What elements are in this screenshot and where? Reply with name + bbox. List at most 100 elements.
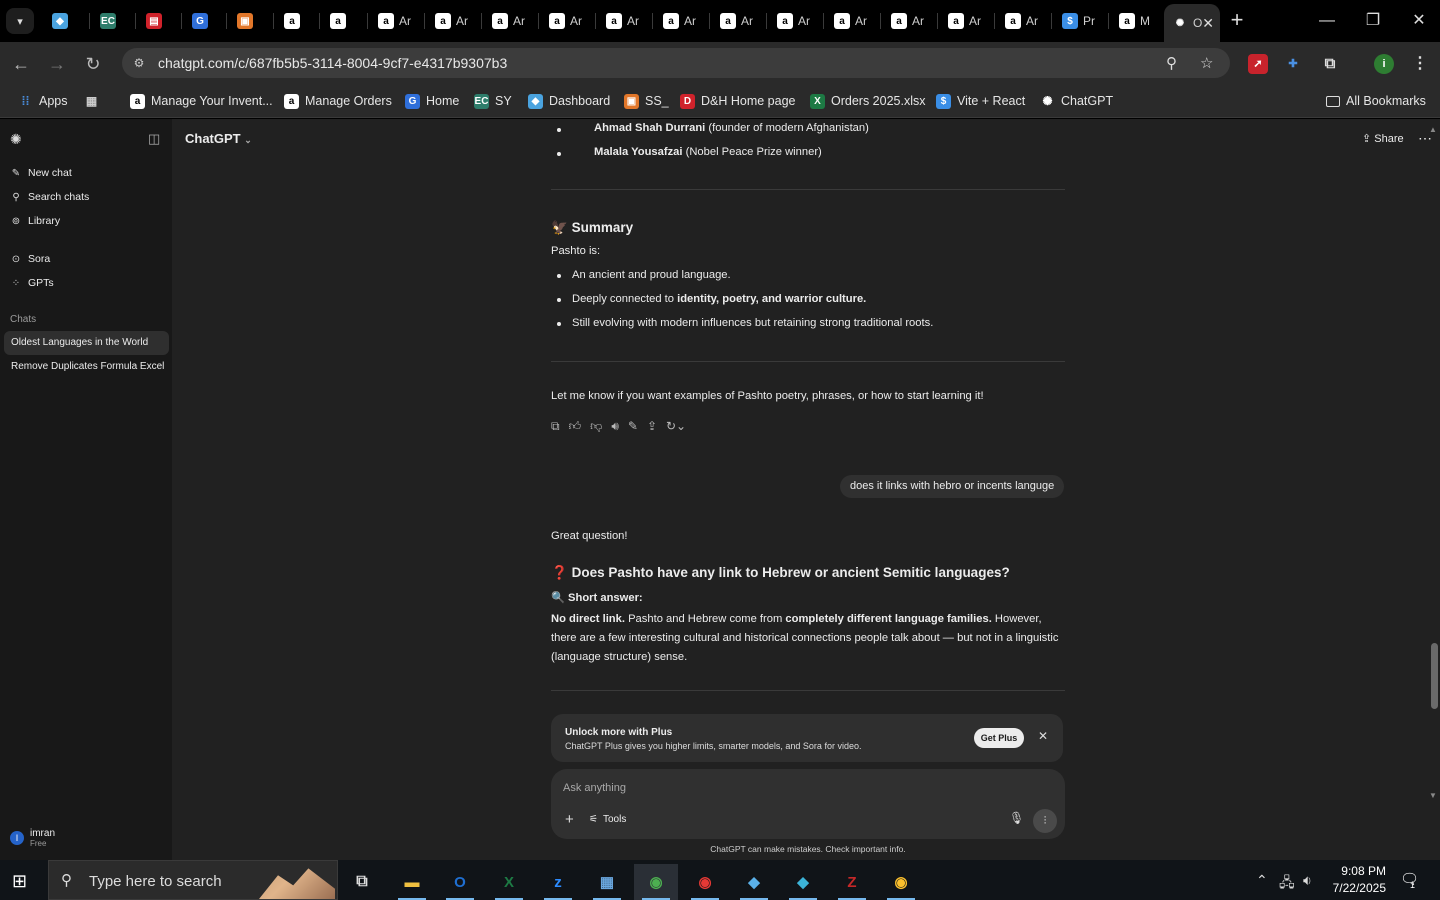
browser-tab[interactable]: a Ar xyxy=(940,6,996,36)
forward-button[interactable]: → xyxy=(44,51,70,77)
minimize-button[interactable]: — xyxy=(1304,6,1350,36)
sidebar-item-new-chat[interactable]: ✎ New chat xyxy=(10,164,72,182)
ec-icon: EC xyxy=(474,93,489,109)
app-icon[interactable]: ◆ xyxy=(781,864,825,900)
plus-icon[interactable]: + xyxy=(565,811,574,828)
bookmark-item[interactable]: ◆ Dashboard xyxy=(528,92,610,110)
tab-separator xyxy=(1051,13,1052,29)
zoom-icon[interactable]: z xyxy=(536,864,580,900)
network-icon[interactable]: 🖧︎ xyxy=(1279,872,1295,896)
app-icon[interactable]: ◆ xyxy=(732,864,776,900)
browser-tab[interactable]: a Ar xyxy=(826,6,882,36)
back-button[interactable]: ← xyxy=(8,51,34,77)
bookmark-star-icon[interactable]: ☆ xyxy=(1200,54,1213,72)
get-plus-button[interactable]: Get Plus xyxy=(974,728,1024,748)
edit-icon[interactable]: ✎ xyxy=(628,419,638,434)
chrome-icon[interactable]: ◉ xyxy=(634,864,678,900)
sidebar-toggle-icon[interactable]: ◫ xyxy=(148,131,160,147)
tab-active[interactable]: ✺ O ✕ xyxy=(1164,4,1220,42)
excel-icon[interactable]: X xyxy=(487,864,531,900)
browser-tab[interactable]: a Ar xyxy=(370,6,426,36)
extensions-icon[interactable]: ⧉ xyxy=(1320,54,1340,74)
bookmark-item[interactable]: ✺ ChatGPT xyxy=(1040,92,1113,110)
bookmark-item[interactable]: EC SY xyxy=(474,92,512,110)
file-explorer-icon[interactable]: ▬ xyxy=(390,864,434,900)
read-aloud-icon[interactable]: 🔊︎ xyxy=(611,419,619,434)
bookmark-item[interactable]: $ Vite + React xyxy=(936,92,1025,110)
sidebar-item-sora[interactable]: ⊙ Sora xyxy=(10,250,50,268)
site-info-icon[interactable]: ⚙ xyxy=(130,54,148,72)
reload-button[interactable]: ↻ xyxy=(80,51,106,77)
sidebar-item-search-chats[interactable]: ⚲ Search chats xyxy=(10,188,89,206)
browser-tab[interactable]: a Ar xyxy=(484,6,540,36)
openai-logo-icon[interactable]: ✺ xyxy=(10,131,22,148)
thumbs-up-icon[interactable]: 👍︎ xyxy=(569,419,582,434)
calculator-icon[interactable]: ▦ xyxy=(585,864,629,900)
microphone-icon[interactable]: 🎙︎ xyxy=(1009,811,1024,825)
close-icon[interactable]: ✕ xyxy=(1038,729,1048,743)
sidebar-chat-item[interactable]: Remove Duplicates Formula Excel xyxy=(4,355,169,379)
bookmark-item[interactable]: ⁞⁞ Apps xyxy=(18,92,68,110)
browser-tab[interactable]: a Ar xyxy=(655,6,711,36)
browser-tab[interactable]: a Ar xyxy=(883,6,939,36)
windows-start-icon[interactable]: ⊞ xyxy=(12,871,27,892)
taskbar-search[interactable]: ⚲ Type here to search xyxy=(48,860,338,900)
apps-grid-icon: ⁞⁞ xyxy=(21,94,30,108)
scrollbar[interactable] xyxy=(1428,127,1440,812)
browser-tab[interactable]: a Ar xyxy=(598,6,654,36)
scrollbar-thumb[interactable] xyxy=(1431,643,1438,709)
scroll-down-icon[interactable]: ▼ xyxy=(1429,791,1437,800)
chrome-menu-icon[interactable]: ⋮ xyxy=(1410,54,1430,74)
share-icon[interactable]: ⇪ xyxy=(647,419,657,434)
filezilla-icon[interactable]: Z xyxy=(830,864,874,900)
model-selector[interactable]: ChatGPT ⌄ xyxy=(185,131,252,146)
scroll-up-icon[interactable]: ▲ xyxy=(1429,125,1437,134)
bookmark-item[interactable]: G Home xyxy=(405,92,459,110)
all-bookmarks[interactable]: All Bookmarks xyxy=(1326,92,1426,110)
url-text[interactable]: chatgpt.com/c/687fb5b5-3114-8004-9cf7-e4… xyxy=(158,55,507,71)
volume-icon[interactable]: 🔉︎ xyxy=(1303,872,1312,889)
taskbar-clock[interactable]: 9:08 PM 7/22/2025 xyxy=(1328,863,1386,897)
thumbs-down-icon[interactable]: 👎︎ xyxy=(590,419,602,434)
zoom-icon[interactable]: ⚲ xyxy=(1166,54,1177,72)
browser-tab[interactable]: a Ar xyxy=(769,6,825,36)
bookmark-item[interactable]: a Manage Orders xyxy=(284,92,392,110)
prompt-input[interactable] xyxy=(563,779,1043,797)
copy-icon[interactable]: ⧉ xyxy=(551,419,560,434)
bookmark-label: Manage Orders xyxy=(305,94,392,108)
browser-tab[interactable]: a Ar xyxy=(541,6,597,36)
promo-subtitle: ChatGPT Plus gives you higher limits, sm… xyxy=(565,741,862,751)
browser-tab[interactable]: $ Pr xyxy=(1054,6,1110,36)
tray-chevron-up-icon[interactable]: ⌃ xyxy=(1256,872,1268,889)
close-window-button[interactable]: ✕ xyxy=(1396,6,1440,36)
share-button[interactable]: ⇪ Share xyxy=(1362,132,1404,145)
tools-button[interactable]: ⚟ Tools xyxy=(589,814,626,825)
sidebar-chat-item[interactable]: Oldest Languages in the World xyxy=(4,331,169,355)
regenerate-icon[interactable]: ↻⌄ xyxy=(666,419,686,434)
new-tab-button[interactable]: + xyxy=(1224,8,1250,34)
puzzle-extension-icon[interactable]: ✚ xyxy=(1283,54,1303,74)
restore-button[interactable]: ❐ xyxy=(1350,6,1396,36)
tab-search-menu[interactable]: ▾ xyxy=(6,8,34,34)
browser-tab[interactable]: a Ar xyxy=(427,6,483,36)
address-bar[interactable]: ⚙ chatgpt.com/c/687fb5b5-3114-8004-9cf7-… xyxy=(122,48,1230,78)
sidebar-item-gpts[interactable]: ⁘ GPTs xyxy=(10,274,54,292)
browser-tab[interactable]: a Ar xyxy=(997,6,1053,36)
bookmark-item[interactable]: a Manage Your Invent... xyxy=(130,92,273,110)
chrome-icon[interactable]: ◉ xyxy=(879,864,923,900)
sidebar-item-library[interactable]: ⊚ Library xyxy=(10,212,60,230)
outlook-icon[interactable]: O xyxy=(438,864,482,900)
bookmark-item[interactable]: D D&H Home page xyxy=(680,92,796,110)
profile-avatar[interactable]: i xyxy=(1374,54,1394,74)
bookmark-item[interactable]: ▦ xyxy=(84,92,99,110)
chrome-icon[interactable]: ◉ xyxy=(683,864,727,900)
voice-mode-button[interactable]: ⫶ xyxy=(1033,809,1057,833)
bookmark-item[interactable]: ▣ SS_ xyxy=(624,92,669,110)
browser-tab[interactable]: a Ar xyxy=(712,6,768,36)
close-tab-icon[interactable]: ✕ xyxy=(1202,15,1214,32)
browser-tab[interactable]: aM xyxy=(1111,6,1167,36)
task-view-icon[interactable]: ⧉ xyxy=(340,864,384,900)
bookmark-item[interactable]: X Orders 2025.xlsx xyxy=(810,92,925,110)
pdf-extension-icon[interactable]: ➚ xyxy=(1248,54,1268,74)
user-menu[interactable]: I imran Free xyxy=(10,828,55,848)
